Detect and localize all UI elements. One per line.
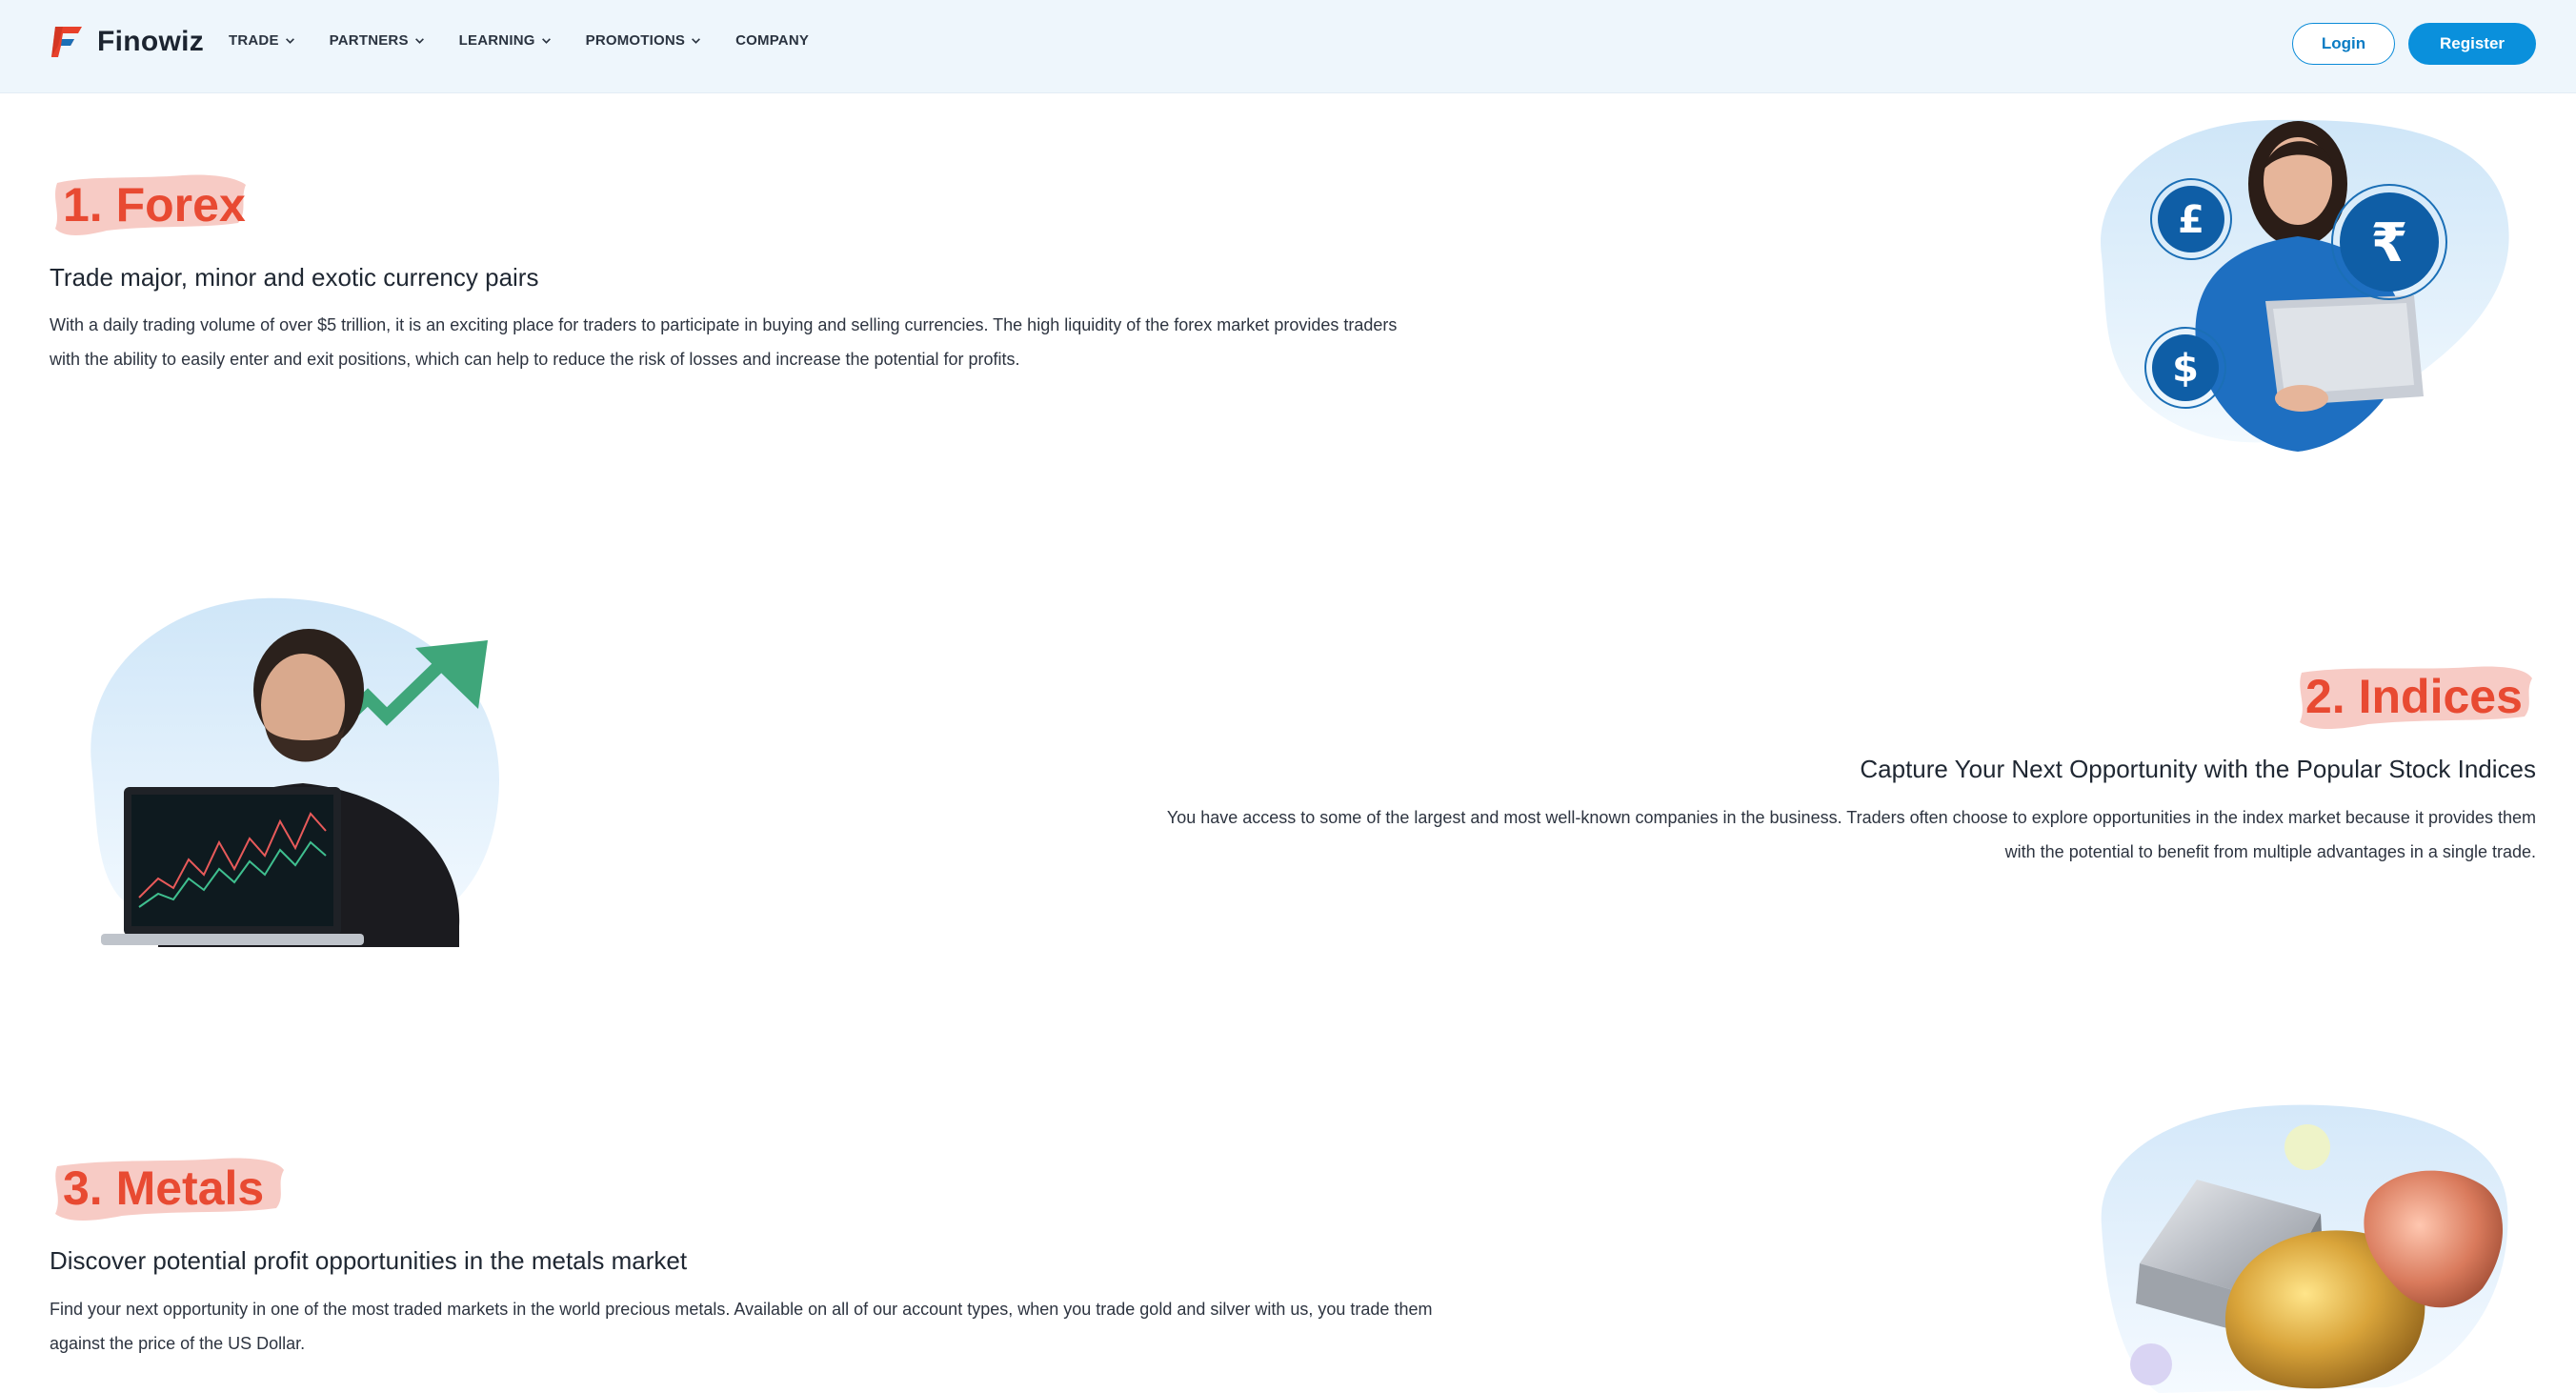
login-button[interactable]: Login [2292, 23, 2395, 65]
logo-text: Finowiz [97, 26, 205, 57]
section-body-line: with the potential to benefit from multi… [2004, 842, 2536, 861]
section-subtitle: Capture Your Next Opportunity with the P… [1860, 755, 2536, 783]
logo[interactable]: Finowiz [50, 23, 204, 61]
nav-item-label: LEARNING [458, 32, 535, 49]
section-body-line: with the ability to easily enter and exi… [50, 350, 1020, 369]
section-body-line: You have access to some of the largest a… [1166, 808, 2536, 827]
nav-item-trade[interactable]: TRADE [229, 32, 295, 49]
indices-illustration [91, 597, 500, 947]
section-body: With a daily trading volume of over $5 t… [50, 308, 1536, 376]
section-body-line: Find your next opportunity in one of the… [50, 1300, 1433, 1319]
rupee-coin-icon: ₹ [2331, 184, 2447, 300]
forex-illustration: £ ₹ $ [2101, 119, 2509, 452]
section-title: 2. Indices [2305, 670, 2523, 723]
section-subtitle: Discover potential profit opportunities … [50, 1246, 688, 1275]
chevron-down-icon [692, 38, 701, 44]
nav-item-partners[interactable]: PARTNERS [330, 32, 425, 49]
register-button[interactable]: Register [2408, 23, 2536, 65]
nav-item-label: COMPANY [735, 32, 810, 49]
metals-illustration [2101, 1104, 2508, 1393]
section-body: You have access to some of the largest a… [1050, 800, 2536, 869]
chevron-down-icon [541, 38, 551, 44]
section-title-forex-wrap: 1. Forex [50, 170, 250, 246]
section-title: 1. Forex [63, 178, 246, 232]
main-nav: TRADE PARTNERS LEARNING PROMOTIONS COMPA… [229, 32, 843, 49]
svg-text:£: £ [2178, 198, 2204, 242]
chevron-down-icon [414, 38, 424, 44]
nav-item-label: PARTNERS [329, 32, 409, 49]
chevron-down-icon [285, 38, 294, 44]
svg-text:$: $ [2172, 347, 2199, 391]
section-body-line: against the price of the US Dollar. [50, 1334, 306, 1353]
finowiz-logo-icon [51, 27, 82, 57]
section-title: 3. Metals [63, 1161, 265, 1215]
section-title-indices-wrap: 2. Indices [2292, 661, 2536, 737]
dollar-coin-icon: $ [2144, 327, 2226, 409]
pound-coin-icon: £ [2150, 178, 2232, 260]
section-body-line: With a daily trading volume of over $5 t… [50, 315, 1398, 334]
svg-text:₹: ₹ [2371, 212, 2408, 274]
nav-item-promotions[interactable]: PROMOTIONS [586, 32, 702, 49]
section-subtitle: Trade major, minor and exotic currency p… [50, 263, 539, 292]
nav-item-label: TRADE [229, 32, 279, 49]
nav-item-learning[interactable]: LEARNING [459, 32, 552, 49]
section-title-metals-wrap: 3. Metals [50, 1153, 286, 1229]
nav-item-company[interactable]: COMPANY [735, 32, 809, 49]
section-body: Find your next opportunity in one of the… [50, 1292, 1593, 1361]
site-header: Finowiz TRADE PARTNERS LEARNING PROMOTIO… [0, 0, 2576, 93]
nav-item-label: PROMOTIONS [585, 32, 686, 49]
